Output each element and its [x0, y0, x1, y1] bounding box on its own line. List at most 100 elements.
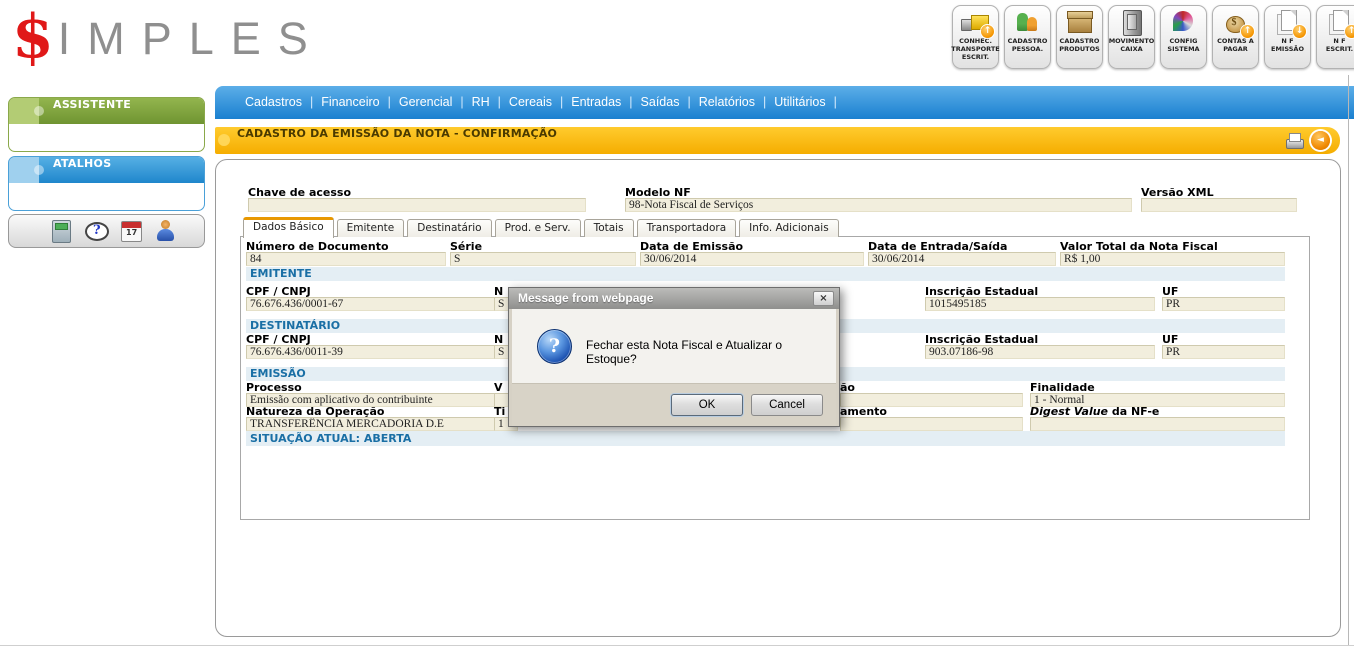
- field-pagamento-fragment: amento: [840, 405, 1023, 431]
- toolbar-button[interactable]: CONTAS A PAGAR: [1212, 5, 1259, 69]
- field-valor-total: Valor Total da Nota Fiscal R$ 1,00: [1060, 240, 1285, 266]
- field-modelo-nf: Modelo NF 98-Nota Fiscal de Serviços: [625, 186, 1132, 212]
- application-window: $IMPLES CONHEC. TRANSPORTE ESCRIT. CADAS…: [0, 0, 1354, 648]
- toolbar-button[interactable]: CONHEC. TRANSPORTE ESCRIT.: [952, 5, 999, 69]
- field-finalidade: Finalidade 1 - Normal: [1030, 381, 1285, 407]
- atalhos-header[interactable]: ATALHOS: [9, 157, 204, 183]
- menu-entry: Saídas|: [641, 95, 699, 109]
- atalhos-panel: ATALHOS: [8, 156, 205, 211]
- cancel-button[interactable]: Cancel: [751, 394, 823, 416]
- arrow-badge-icon: [1345, 25, 1354, 38]
- menu-entry: Utilitários|: [774, 95, 845, 109]
- toolbar-button[interactable]: N F EMISSÃO: [1264, 5, 1311, 69]
- menu-entry: Relatórios|: [699, 95, 775, 109]
- menu-separator: |: [755, 95, 774, 109]
- dialog-footer: OK Cancel: [512, 383, 836, 426]
- tab[interactable]: Dados Básico: [243, 217, 334, 238]
- help-icon[interactable]: [84, 219, 108, 243]
- menu-item[interactable]: Saídas: [641, 95, 680, 109]
- serie-input[interactable]: S: [450, 252, 636, 266]
- pagamento-input[interactable]: [840, 417, 1023, 431]
- emitente-inscricao-estadual-input[interactable]: 1015495185: [925, 297, 1155, 311]
- tab[interactable]: Totais: [584, 219, 634, 237]
- sidebar-icon-tray: [8, 214, 205, 248]
- back-icon[interactable]: ◄: [1311, 131, 1330, 150]
- data-entrada-saida-input[interactable]: 30/06/2014: [868, 252, 1056, 266]
- data-emissao-input[interactable]: 30/06/2014: [640, 252, 864, 266]
- palette-icon: [1168, 8, 1200, 36]
- arrow-badge-icon: [1293, 25, 1306, 38]
- dialog-title: Message from webpage: [518, 291, 653, 305]
- toolbar-button[interactable]: CADASTRO PESSOA.: [1004, 5, 1051, 69]
- menu-item[interactable]: Financeiro: [321, 95, 379, 109]
- field-destinatario-inscricao-estadual: Inscrição Estadual 903.07186-98: [925, 333, 1155, 359]
- section-header-emitente: EMITENTE: [246, 267, 1285, 281]
- assistente-header[interactable]: ASSISTENTE: [9, 98, 204, 124]
- field-natureza-operacao: Natureza da Operação TRANSFERÊNCIA MERCA…: [246, 405, 510, 431]
- ok-button[interactable]: OK: [671, 394, 743, 416]
- field-emitente-uf: UF PR: [1162, 285, 1285, 311]
- menu-separator: |: [621, 95, 640, 109]
- field-processo: Processo Emissão com aplicativo do contr…: [246, 381, 510, 407]
- arrow-badge-icon: [1241, 25, 1254, 38]
- dialog-title-bar[interactable]: Message from webpage: [509, 288, 839, 309]
- numero-documento-input[interactable]: 84: [246, 252, 446, 266]
- menu-item[interactable]: Utilitários: [774, 95, 825, 109]
- form-tabs: Dados BásicoEmitenteDestinatárioProd. e …: [243, 219, 839, 237]
- natureza-operacao-input[interactable]: TRANSFERÊNCIA MERCADORIA D.E: [246, 417, 510, 431]
- field-emitente-cpf-cnpj: CPF / CNPJ 76.676.436/0001-67: [246, 285, 510, 311]
- toolbar-button[interactable]: CADASTRO PRODUTOS: [1056, 5, 1103, 69]
- emitente-uf-input[interactable]: PR: [1162, 297, 1285, 311]
- tab[interactable]: Transportadora: [637, 219, 737, 237]
- tab[interactable]: Prod. e Serv.: [495, 219, 581, 237]
- calendar-icon[interactable]: [119, 219, 143, 243]
- toolbar-button[interactable]: CONFIG SISTEMA: [1160, 5, 1207, 69]
- confirm-dialog: Message from webpage × ? Fechar esta Not…: [508, 287, 840, 427]
- field-destinatario-uf: UF PR: [1162, 333, 1285, 359]
- page-title-bar: CADASTRO DA EMISSÃO DA NOTA - CONFIRMAÇÃ…: [215, 127, 1340, 154]
- question-icon: ?: [537, 329, 572, 364]
- arrow-badge-icon: [981, 25, 994, 38]
- menu-separator: |: [380, 95, 399, 109]
- menu-entry: Gerencial|: [399, 95, 472, 109]
- toolbar-button[interactable]: N F ESCRIT.: [1316, 5, 1354, 69]
- menu-item[interactable]: Entradas: [571, 95, 621, 109]
- modelo-nf-input[interactable]: 98-Nota Fiscal de Serviços: [625, 198, 1132, 212]
- assistente-panel: ASSISTENTE: [8, 97, 205, 152]
- menu-item[interactable]: Cereais: [509, 95, 552, 109]
- menu-item[interactable]: RH: [472, 95, 490, 109]
- app-logo: $IMPLES: [12, 2, 325, 74]
- chave-de-acesso-input[interactable]: [248, 198, 586, 212]
- versao-xml-input[interactable]: [1141, 198, 1297, 212]
- destinatario-uf-input[interactable]: PR: [1162, 345, 1285, 359]
- menu-item[interactable]: Gerencial: [399, 95, 453, 109]
- menu-item[interactable]: Relatórios: [699, 95, 755, 109]
- menu-entry: Entradas|: [571, 95, 640, 109]
- destinatario-inscricao-estadual-input[interactable]: 903.07186-98: [925, 345, 1155, 359]
- panel-tab-decoration: [9, 98, 39, 124]
- tab[interactable]: Emitente: [337, 219, 405, 237]
- toolbar-button[interactable]: MOVIMENTO CAIXA: [1108, 5, 1155, 69]
- menu-separator: |: [452, 95, 471, 109]
- menu-separator: |: [826, 95, 845, 109]
- destinatario-cpf-cnpj-input[interactable]: 76.676.436/0011-39: [246, 345, 510, 359]
- menu-separator: |: [552, 95, 571, 109]
- close-icon[interactable]: ×: [813, 291, 834, 306]
- emitente-cpf-cnpj-input[interactable]: 76.676.436/0001-67: [246, 297, 510, 311]
- field-data-emissao: Data de Emissão 30/06/2014: [640, 240, 864, 266]
- valor-total-input[interactable]: R$ 1,00: [1060, 252, 1285, 266]
- menu-separator: |: [490, 95, 509, 109]
- field-data-entrada-saida: Data de Entrada/Saída 30/06/2014: [868, 240, 1056, 266]
- dialog-body: ? Fechar esta Nota Fiscal e Atualizar o …: [512, 309, 836, 383]
- tab[interactable]: Info. Adicionais: [739, 219, 839, 237]
- calculator-icon[interactable]: [49, 219, 73, 243]
- menu-item[interactable]: Cadastros: [245, 95, 302, 109]
- main-menu-bar: Cadastros|Financeiro|Gerencial|RH|Cereai…: [215, 86, 1354, 119]
- tab[interactable]: Destinatário: [407, 219, 491, 237]
- digest-value-input[interactable]: [1030, 417, 1285, 431]
- menu-entry: Cereais|: [509, 95, 571, 109]
- field-destinatario-cpf-cnpj: CPF / CNPJ 76.676.436/0011-39: [246, 333, 510, 359]
- user-icon[interactable]: [154, 219, 178, 243]
- printer-icon[interactable]: [1284, 130, 1306, 150]
- dialog-message: Fechar esta Nota Fiscal e Atualizar o Es…: [586, 338, 836, 366]
